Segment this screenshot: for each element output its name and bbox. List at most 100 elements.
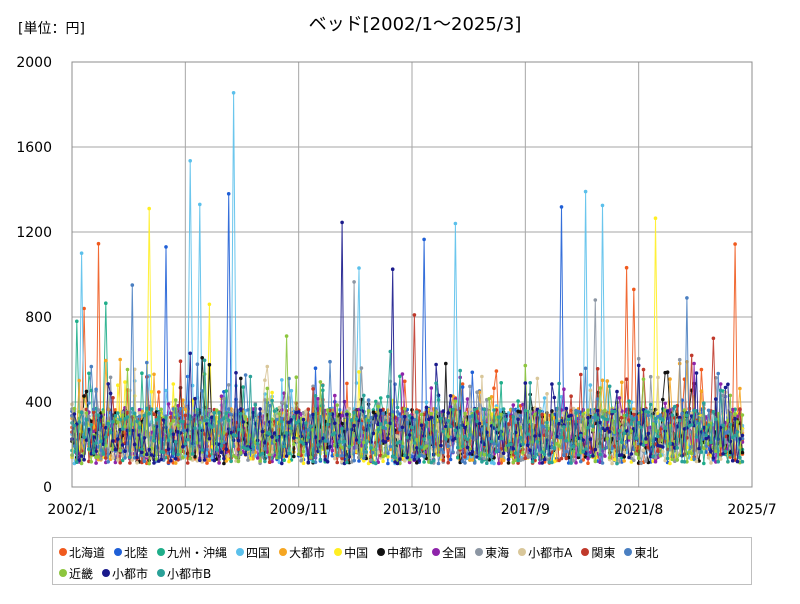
data-point xyxy=(501,458,506,463)
data-point xyxy=(154,418,159,422)
data-point xyxy=(419,412,424,417)
data-point xyxy=(294,375,299,380)
data-point xyxy=(501,451,506,456)
data-point xyxy=(106,382,110,386)
data-point xyxy=(658,454,663,458)
data-point xyxy=(280,419,284,424)
data-point xyxy=(145,360,149,365)
data-point xyxy=(188,351,192,356)
data-point xyxy=(692,408,696,413)
data-point xyxy=(730,458,735,463)
legend-marker-icon xyxy=(59,548,67,556)
data-point xyxy=(193,426,197,431)
data-point xyxy=(284,454,289,458)
data-point xyxy=(166,447,171,452)
data-point xyxy=(120,427,125,431)
data-point xyxy=(533,455,537,460)
data-point xyxy=(378,408,383,413)
data-point xyxy=(605,417,610,422)
data-point xyxy=(352,410,356,415)
data-point xyxy=(559,205,564,209)
data-point xyxy=(665,456,670,461)
data-point xyxy=(468,384,472,389)
data-point xyxy=(620,453,624,457)
data-point xyxy=(429,415,434,420)
data-point xyxy=(224,411,229,416)
data-point xyxy=(267,432,272,436)
data-point xyxy=(357,266,361,270)
data-point xyxy=(588,419,593,423)
data-point xyxy=(740,459,745,464)
data-point xyxy=(137,411,142,415)
data-point xyxy=(214,447,219,452)
data-point xyxy=(395,435,400,439)
legend-marker-icon xyxy=(59,569,67,577)
data-point xyxy=(173,461,178,465)
data-point xyxy=(419,445,424,449)
legend-label: 北陸 xyxy=(124,545,149,560)
data-point xyxy=(330,448,335,453)
data-point xyxy=(607,430,612,434)
data-point xyxy=(463,411,467,416)
data-point xyxy=(668,377,672,381)
data-point xyxy=(169,422,173,426)
data-point xyxy=(374,452,378,457)
data-point xyxy=(586,408,590,413)
data-point xyxy=(677,418,682,423)
data-point xyxy=(564,438,569,443)
data-point xyxy=(656,434,660,439)
data-point xyxy=(342,399,347,404)
data-point xyxy=(431,458,436,463)
data-point xyxy=(620,440,624,445)
data-point xyxy=(711,336,716,341)
data-point xyxy=(236,438,241,443)
data-point xyxy=(588,437,593,442)
data-point xyxy=(400,425,405,430)
data-point xyxy=(130,283,135,287)
data-point xyxy=(617,428,622,433)
data-point xyxy=(234,371,238,375)
data-point xyxy=(308,424,313,429)
data-point xyxy=(453,221,458,226)
data-point xyxy=(668,461,672,466)
data-point xyxy=(562,387,566,392)
data-point xyxy=(226,383,231,387)
data-point xyxy=(726,382,730,387)
data-point xyxy=(663,401,667,406)
data-point xyxy=(509,442,513,447)
data-point xyxy=(702,401,706,405)
data-point xyxy=(429,411,434,416)
data-point xyxy=(644,437,648,441)
data-point xyxy=(463,461,467,465)
data-point xyxy=(492,461,496,466)
data-point xyxy=(607,384,612,389)
data-point xyxy=(181,455,185,460)
data-point xyxy=(624,377,629,382)
data-point xyxy=(694,371,699,375)
data-point xyxy=(670,413,675,417)
data-point xyxy=(118,448,122,453)
data-point xyxy=(260,429,265,434)
data-point xyxy=(550,382,554,386)
data-point xyxy=(581,450,585,454)
data-point xyxy=(77,420,81,424)
data-point xyxy=(234,433,238,438)
data-point xyxy=(595,408,600,413)
data-point xyxy=(106,421,110,426)
data-point xyxy=(205,418,209,422)
data-point xyxy=(718,382,723,386)
legend-marker-icon xyxy=(236,548,245,556)
data-point xyxy=(255,456,260,460)
data-point xyxy=(137,425,142,430)
data-point xyxy=(595,416,600,420)
data-point xyxy=(682,408,687,412)
y-tick-label: 800 xyxy=(25,310,52,326)
data-point xyxy=(108,375,113,380)
legend-marker-icon xyxy=(432,548,441,556)
data-point xyxy=(704,433,708,438)
data-point xyxy=(142,413,147,418)
data-point xyxy=(427,435,431,440)
legend-label: 全国 xyxy=(442,545,467,560)
data-point xyxy=(96,455,101,459)
data-point xyxy=(740,413,745,417)
